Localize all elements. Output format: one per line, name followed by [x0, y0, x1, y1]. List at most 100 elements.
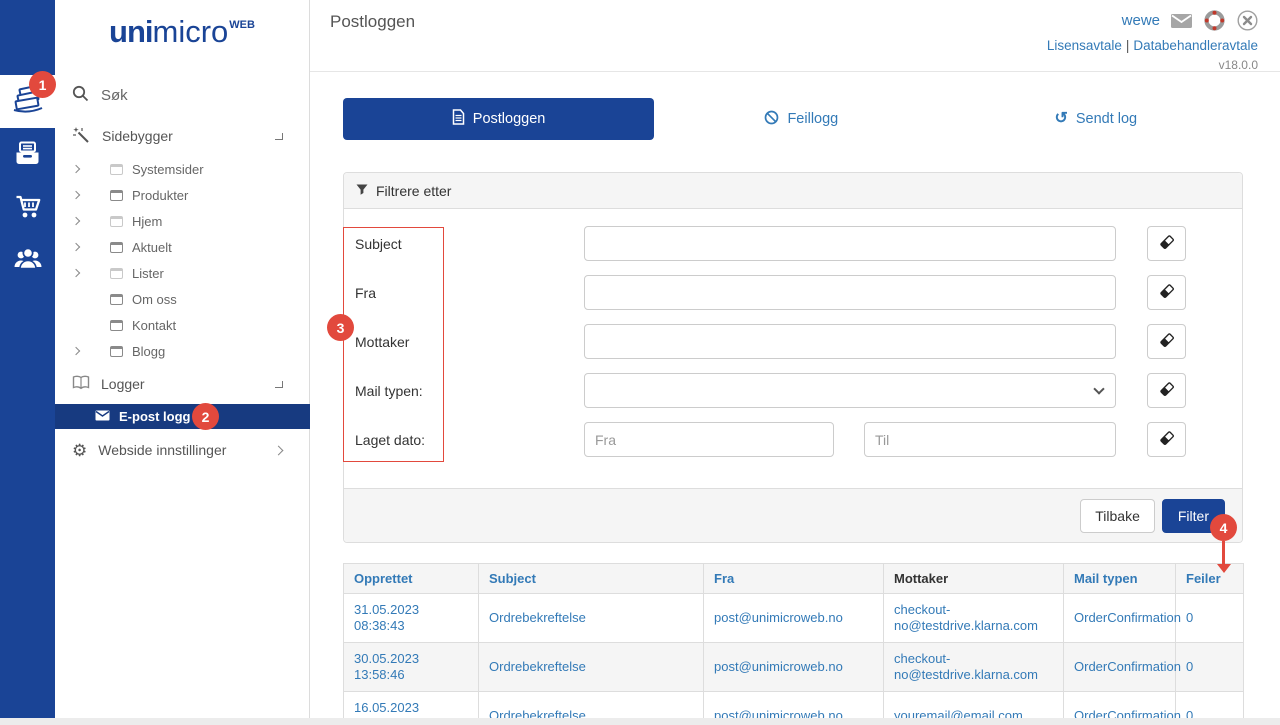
tab-sendt-log[interactable]: ↺ Sendt log	[949, 98, 1243, 140]
page-icon	[110, 294, 123, 305]
chevron-right-icon[interactable]	[73, 348, 89, 354]
users-icon	[13, 246, 43, 277]
col-opprettet[interactable]: Opprettet	[344, 564, 479, 594]
clear-mottaker-button[interactable]	[1147, 324, 1186, 359]
col-mottaker: Mottaker	[884, 564, 1064, 594]
tree-item-label: Blogg	[132, 344, 165, 359]
tree-item-kontakt[interactable]: Kontakt	[55, 312, 310, 338]
settings-label: Webside innstillinger	[98, 442, 226, 458]
tilbake-button[interactable]: Tilbake	[1080, 499, 1155, 533]
page-icon	[110, 216, 123, 227]
date-from-input[interactable]	[584, 422, 834, 457]
tree-item-aktuelt[interactable]: Aktuelt	[55, 234, 310, 260]
tree-item-label: Hjem	[132, 214, 162, 229]
epost-logg-label: E-post logg	[119, 409, 191, 424]
eraser-icon	[1157, 281, 1177, 304]
cell-subject: Ordrebekreftelse	[479, 594, 704, 643]
search-label: Søk	[101, 87, 128, 104]
tree-item-systemsider[interactable]: Systemsider	[55, 156, 310, 182]
cell-fra: post@unimicroweb.no	[704, 643, 884, 692]
sidebar-item-sidebygger[interactable]: Sidebygger	[55, 125, 310, 147]
lisensavtale-link[interactable]: Lisensavtale	[1047, 38, 1122, 53]
page-icon	[110, 242, 123, 253]
history-icon: ↺	[1054, 111, 1067, 127]
clear-laget-dato-button[interactable]	[1147, 422, 1186, 457]
sidebar-item-webside-innstillinger[interactable]: ⚙ Webside innstillinger	[55, 439, 310, 461]
link-separator: |	[1126, 38, 1130, 53]
col-fra[interactable]: Fra	[704, 564, 884, 594]
filter-panel-footer: Tilbake Filter	[344, 488, 1242, 542]
strip-item-users[interactable]	[0, 244, 55, 278]
laget-dato-label: Laget dato:	[355, 432, 584, 448]
help-lifebuoy-icon[interactable]	[1203, 9, 1226, 32]
filter-row-mottaker: Mottaker	[344, 317, 1242, 366]
subject-input[interactable]	[584, 226, 1116, 261]
horizontal-scrollbar[interactable]	[0, 718, 1280, 725]
tree-item-hjem[interactable]: Hjem	[55, 208, 310, 234]
tree-item-label: Lister	[132, 266, 164, 281]
chevron-right-icon[interactable]	[73, 192, 89, 198]
top-bar-right: wewe	[1047, 9, 1258, 72]
logo-micro: micro	[153, 14, 229, 49]
tree-item-produkter[interactable]: Produkter	[55, 182, 310, 208]
tab-feillogg[interactable]: Feillogg	[654, 98, 948, 140]
unimicro-logo: unimicroWEB	[55, 14, 309, 50]
clear-fra-button[interactable]	[1147, 275, 1186, 310]
user-link[interactable]: wewe	[1122, 12, 1160, 29]
cell-fra: post@unimicroweb.no	[704, 594, 884, 643]
mail-icon[interactable]	[1171, 14, 1192, 28]
filter-panel-header[interactable]: Filtrere etter	[344, 173, 1242, 209]
cell-opprettet: 30.05.2023 13:58:46	[344, 643, 479, 692]
logo-web-suffix: WEB	[229, 19, 255, 31]
tree-item-blogg[interactable]: Blogg	[55, 338, 310, 364]
tree-item-label: Aktuelt	[132, 240, 172, 255]
mail-typen-select[interactable]	[584, 373, 1116, 408]
col-feiler[interactable]: Feiler	[1176, 564, 1244, 594]
mottaker-label: Mottaker	[355, 334, 584, 350]
mail-typen-label: Mail typen:	[355, 383, 584, 399]
annotation-step-2: 2	[192, 403, 219, 430]
sidebar-search[interactable]: Søk	[55, 84, 310, 106]
page-icon	[110, 320, 123, 331]
sidebar-item-logger[interactable]: Logger	[55, 373, 310, 395]
tab-postloggen[interactable]: Postloggen	[343, 98, 654, 140]
close-icon[interactable]	[1237, 10, 1258, 31]
cell-opprettet: 31.05.2023 08:38:43	[344, 594, 479, 643]
sidebar-item-epost-logg[interactable]: E-post logg	[55, 404, 310, 429]
col-subject[interactable]: Subject	[479, 564, 704, 594]
cell-feiler: 0	[1176, 643, 1244, 692]
cell-feiler: 0	[1176, 594, 1244, 643]
fra-label: Fra	[355, 285, 584, 301]
fra-input[interactable]	[584, 275, 1116, 310]
funnel-icon	[356, 183, 368, 199]
annotation-step-3: 3	[327, 314, 354, 341]
chevron-right-icon[interactable]	[73, 166, 89, 172]
cell-mail-typen: OrderConfirmation	[1064, 594, 1176, 643]
tree-item-lister[interactable]: Lister	[55, 260, 310, 286]
table-row[interactable]: 30.05.2023 13:58:46 Ordrebekreftelse pos…	[344, 643, 1244, 692]
chevron-right-icon[interactable]	[73, 218, 89, 224]
search-icon	[72, 85, 89, 106]
cell-subject: Ordrebekreftelse	[479, 643, 704, 692]
tree-item-label: Om oss	[132, 292, 177, 307]
page-title: Postloggen	[330, 12, 415, 32]
cell-mottaker: checkout-no@testdrive.klarna.com	[884, 643, 1064, 692]
chevron-right-icon[interactable]	[73, 244, 89, 250]
chevron-right-icon[interactable]	[73, 270, 89, 276]
tab-label: Sendt log	[1076, 111, 1137, 127]
col-mail-typen[interactable]: Mail typen	[1064, 564, 1176, 594]
filter-row-laget-dato: Laget dato:	[344, 415, 1242, 464]
filter-panel-title: Filtrere etter	[376, 183, 451, 199]
date-to-input[interactable]	[864, 422, 1116, 457]
databehandleravtale-link[interactable]: Databehandleravtale	[1133, 38, 1258, 53]
clear-mail-typen-button[interactable]	[1147, 373, 1186, 408]
clear-subject-button[interactable]	[1147, 226, 1186, 261]
collapse-corner-icon[interactable]	[275, 381, 283, 388]
collapse-corner-icon[interactable]	[275, 133, 283, 140]
mottaker-input[interactable]	[584, 324, 1116, 359]
table-row[interactable]: 31.05.2023 08:38:43 Ordrebekreftelse pos…	[344, 594, 1244, 643]
strip-item-cart[interactable]	[0, 192, 55, 226]
document-icon	[452, 109, 465, 129]
strip-item-archive[interactable]	[0, 139, 55, 173]
tree-item-om-oss[interactable]: Om oss	[55, 286, 310, 312]
